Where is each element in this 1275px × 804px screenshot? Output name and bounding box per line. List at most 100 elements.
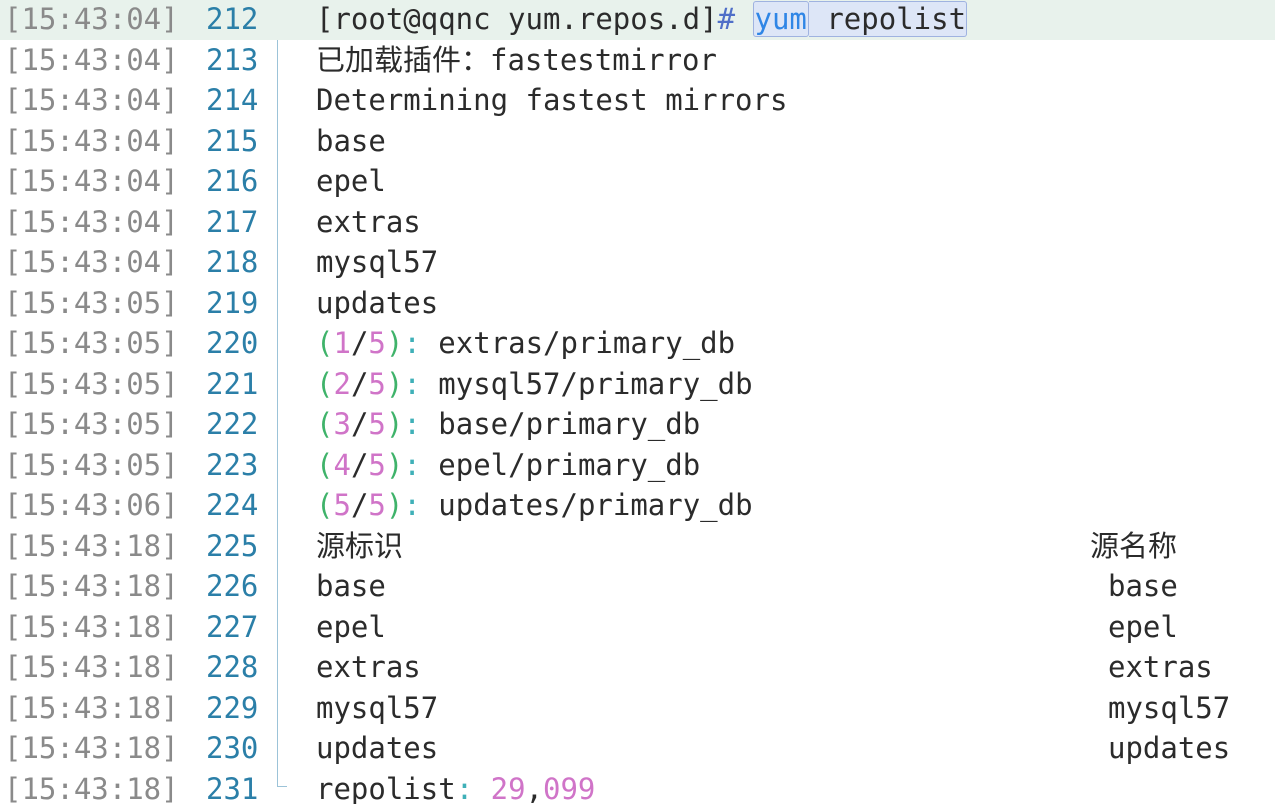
- terminal-line[interactable]: [15:43:04] 217 extras: [0, 202, 1275, 243]
- progress-paren-close: ): [385, 488, 404, 522]
- output-text: Determining fastest mirrors: [316, 83, 788, 117]
- line-number: 217: [206, 204, 259, 239]
- line-content: (5/5): updates/primary_db: [316, 485, 753, 526]
- terminal-line[interactable]: [15:43:04] 214 Determining fastest mirrors: [0, 80, 1275, 121]
- progress-target: mysql57/primary_db: [420, 366, 753, 401]
- terminal-line[interactable]: [15:43:04] 213 已加载插件：fastestmirror: [0, 40, 1275, 81]
- line-content: epel: [316, 607, 386, 648]
- line-number: 229: [206, 690, 259, 725]
- repo-name-column: extras: [1108, 650, 1213, 684]
- progress-paren-open: (: [316, 488, 334, 522]
- timestamp: [15:43:18]: [4, 690, 179, 725]
- timestamp: [15:43:06]: [4, 488, 179, 522]
- line-number: 214: [206, 83, 259, 117]
- shell-prompt: [root@qqnc yum.repos.d]: [316, 2, 718, 36]
- progress-colon: :: [403, 488, 421, 522]
- progress-paren-close: ): [385, 407, 404, 441]
- progress-target: base/primary_db: [420, 407, 701, 441]
- repo-name-column: 源名称: [1090, 528, 1178, 563]
- terminal-line[interactable]: [15:43:05] 221 (2/5): mysql57/primary_db: [0, 364, 1275, 405]
- repo-name-column: epel: [1108, 609, 1178, 644]
- progress-total: 5: [368, 326, 386, 360]
- terminal-line[interactable]: [15:43:18] 227 epel epel: [0, 607, 1275, 648]
- repolist-label: repolist: [316, 771, 456, 804]
- terminal-line[interactable]: [15:43:05] 222 (3/5): base/primary_db: [0, 404, 1275, 445]
- line-content: mysql57: [316, 242, 438, 283]
- progress-paren-open: (: [316, 326, 334, 360]
- line-content: [root@qqnc yum.repos.d]# yum repolist: [316, 0, 968, 40]
- timestamp: [15:43:18]: [4, 650, 179, 684]
- line-content: (2/5): mysql57/primary_db: [316, 364, 753, 405]
- timestamp: [15:43:05]: [4, 285, 179, 320]
- line-number: 227: [206, 609, 259, 644]
- progress-current: 2: [333, 366, 351, 401]
- timestamp: [15:43:04]: [4, 2, 179, 36]
- output-text: 已加载插件：fastestmirror: [316, 42, 717, 77]
- terminal-line[interactable]: [15:43:04] 216 epel: [0, 161, 1275, 202]
- repo-name-column: updates: [1108, 731, 1231, 765]
- progress-paren-open: (: [316, 407, 334, 441]
- progress-paren-open: (: [316, 447, 334, 482]
- command-keyword: yum: [752, 1, 809, 37]
- timestamp: [15:43:18]: [4, 569, 179, 603]
- progress-slash: /: [350, 447, 369, 482]
- repolist-count-thousands: 29: [490, 771, 526, 804]
- line-content: Determining fastest mirrors: [316, 80, 787, 121]
- progress-target: epel/primary_db: [420, 447, 701, 482]
- terminal-line[interactable]: [15:43:04] 215 base: [0, 121, 1275, 162]
- progress-slash: /: [350, 407, 369, 441]
- line-content: base: [316, 566, 386, 607]
- output-text: 源标识: [316, 528, 404, 563]
- terminal-line[interactable]: [15:43:18] 226 base base: [0, 566, 1275, 607]
- progress-slash: /: [350, 326, 369, 360]
- terminal-output[interactable]: [15:43:04] 212 [root@qqnc yum.repos.d]# yu…: [0, 0, 1275, 804]
- terminal-line[interactable]: [15:43:06] 224 (5/5): updates/primary_db: [0, 485, 1275, 526]
- line-number: 216: [206, 164, 259, 198]
- progress-colon: :: [403, 447, 421, 482]
- progress-colon: :: [403, 366, 421, 401]
- command-args: repolist: [808, 1, 968, 37]
- output-text: mysql57: [316, 690, 439, 725]
- line-number: 225: [206, 528, 259, 563]
- timestamp: [15:43:04]: [4, 204, 179, 239]
- progress-slash: /: [350, 366, 369, 401]
- timestamp: [15:43:05]: [4, 447, 179, 482]
- repo-name-column: mysql57: [1108, 690, 1231, 725]
- line-content: (1/5): extras/primary_db: [316, 323, 735, 364]
- terminal-line[interactable]: [15:43:18] 225 源标识 源名称: [0, 526, 1275, 567]
- line-number: 219: [206, 285, 259, 320]
- progress-slash: /: [350, 488, 369, 522]
- timestamp: [15:43:05]: [4, 407, 179, 441]
- progress-total: 5: [368, 447, 386, 482]
- repolist-count-units: 099: [543, 771, 596, 804]
- progress-target: updates/primary_db: [420, 488, 753, 522]
- terminal-line[interactable]: [15:43:18] 231 repolist: 29,099: [0, 769, 1275, 804]
- line-content: mysql57: [316, 688, 438, 729]
- repolist-comma: ,: [525, 771, 543, 804]
- line-number: 231: [206, 771, 259, 804]
- line-number: 230: [206, 731, 259, 765]
- progress-total: 5: [368, 407, 386, 441]
- line-number: 221: [206, 366, 259, 401]
- progress-current: 4: [333, 447, 351, 482]
- timestamp: [15:43:18]: [4, 609, 179, 644]
- line-content: (3/5): base/primary_db: [316, 404, 700, 445]
- terminal-line[interactable]: [15:43:04] 212 [root@qqnc yum.repos.d]# yu…: [0, 0, 1275, 40]
- progress-paren-close: ): [385, 366, 404, 401]
- progress-paren-close: ): [385, 447, 404, 482]
- timestamp: [15:43:05]: [4, 366, 179, 401]
- terminal-line[interactable]: [15:43:05] 223 (4/5): epel/primary_db: [0, 445, 1275, 486]
- terminal-line[interactable]: [15:43:18] 230 updates updates: [0, 728, 1275, 769]
- terminal-line[interactable]: [15:43:18] 228 extras extras: [0, 647, 1275, 688]
- line-number: 222: [206, 407, 259, 441]
- output-text: mysql57: [316, 245, 439, 279]
- terminal-line[interactable]: [15:43:05] 219 updates: [0, 283, 1275, 324]
- line-number: 213: [206, 42, 259, 77]
- progress-total: 5: [368, 488, 386, 522]
- terminal-line[interactable]: [15:43:18] 229 mysql57 mysql57: [0, 688, 1275, 729]
- timestamp: [15:43:04]: [4, 123, 179, 158]
- terminal-line[interactable]: [15:43:04] 218 mysql57: [0, 242, 1275, 283]
- terminal-line[interactable]: [15:43:05] 220 (1/5): extras/primary_db: [0, 323, 1275, 364]
- output-text: base: [316, 569, 386, 603]
- output-text: updates: [316, 731, 439, 765]
